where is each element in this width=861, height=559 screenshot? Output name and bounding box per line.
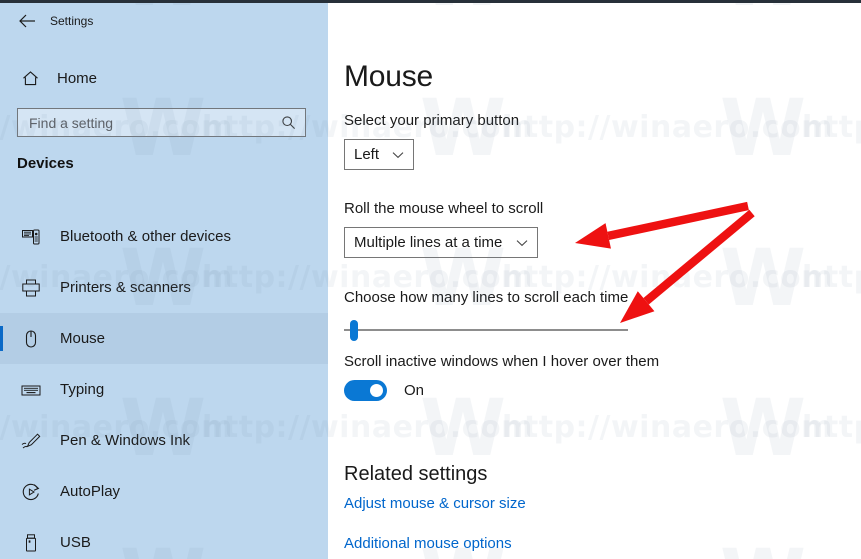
- wheel-scroll-label: Roll the mouse wheel to scroll: [344, 200, 544, 217]
- inactive-scroll-toggle[interactable]: [344, 380, 387, 401]
- sidebar-item-printers-scanners[interactable]: Printers & scanners: [0, 262, 328, 313]
- sidebar-section-heading: Devices: [17, 155, 74, 172]
- printer-icon: [16, 278, 46, 298]
- home-icon: [14, 69, 46, 88]
- window-titlebar: Settings: [0, 3, 861, 38]
- lines-slider[interactable]: [344, 315, 628, 345]
- sidebar-item-typing[interactable]: Typing: [0, 364, 328, 415]
- related-link-adjust-size[interactable]: Adjust mouse & cursor size: [344, 495, 526, 512]
- sidebar-item-label: USB: [60, 534, 91, 551]
- search-box[interactable]: [17, 108, 306, 137]
- sidebar-selection-indicator: [0, 326, 3, 351]
- related-settings-heading: Related settings: [344, 463, 488, 485]
- search-input[interactable]: [27, 109, 266, 136]
- chevron-down-icon: [516, 239, 528, 247]
- navigation-sidebar: Home Devices Bluetooth & other devices Pr…: [0, 38, 328, 559]
- main-content: Mouse Select your primary button Left Ro…: [328, 38, 861, 559]
- usb-icon: [16, 533, 46, 553]
- window-top-border: [0, 0, 861, 3]
- sidebar-item-bluetooth-other-devices[interactable]: Bluetooth & other devices: [0, 211, 328, 262]
- sidebar-item-label: Printers & scanners: [60, 279, 191, 296]
- wheel-scroll-dropdown[interactable]: Multiple lines at a time: [344, 227, 538, 258]
- pen-icon: [16, 431, 46, 451]
- sidebar-item-label: Typing: [60, 381, 105, 398]
- bluetooth-devices-icon: [16, 227, 46, 247]
- back-button[interactable]: [8, 5, 46, 37]
- lines-slider-thumb[interactable]: [349, 320, 358, 341]
- sidebar-item-label: Bluetooth & other devices: [60, 228, 231, 245]
- sidebar-nav-list: Bluetooth & other devices Printers & scan…: [0, 211, 328, 559]
- sidebar-item-label: AutoPlay: [60, 483, 121, 500]
- lines-slider-label: Choose how many lines to scroll each tim…: [344, 289, 629, 306]
- related-link-additional-options[interactable]: Additional mouse options: [344, 535, 512, 552]
- sidebar-item-label: Mouse: [60, 330, 106, 347]
- sidebar-item-label: Pen & Windows Ink: [60, 432, 191, 449]
- settings-window: Whttp://winaero.comWhttp://winaero.comWh…: [0, 0, 861, 559]
- keyboard-icon: [16, 380, 46, 400]
- mouse-icon: [16, 329, 46, 349]
- back-arrow-icon: [19, 14, 35, 27]
- sidebar-item-autoplay[interactable]: AutoPlay: [0, 466, 328, 517]
- inactive-scroll-state: On: [404, 382, 425, 399]
- inactive-scroll-toggle-row: On: [344, 380, 424, 401]
- titlebar-right-region: [328, 3, 861, 38]
- primary-button-label: Select your primary button: [344, 112, 520, 129]
- toggle-knob: [370, 384, 383, 397]
- lines-slider-rail: [344, 329, 628, 331]
- sidebar-item-mouse[interactable]: Mouse: [0, 313, 328, 364]
- search-icon[interactable]: [281, 115, 296, 130]
- primary-button-value: Left: [354, 146, 380, 163]
- chevron-down-icon: [392, 151, 404, 159]
- autoplay-icon: [16, 482, 46, 502]
- primary-button-dropdown[interactable]: Left: [344, 139, 414, 170]
- sidebar-item-pen-windows-ink[interactable]: Pen & Windows Ink: [0, 415, 328, 466]
- sidebar-item-usb[interactable]: USB: [0, 517, 328, 559]
- titlebar-left-region: Settings: [0, 3, 328, 38]
- wheel-scroll-value: Multiple lines at a time: [354, 234, 503, 251]
- sidebar-item-home-label: Home: [57, 69, 98, 87]
- window-title: Settings: [50, 13, 94, 28]
- inactive-scroll-label: Scroll inactive windows when I hover ove…: [344, 353, 660, 370]
- page-title: Mouse: [344, 60, 434, 93]
- sidebar-item-home[interactable]: Home: [0, 60, 328, 96]
